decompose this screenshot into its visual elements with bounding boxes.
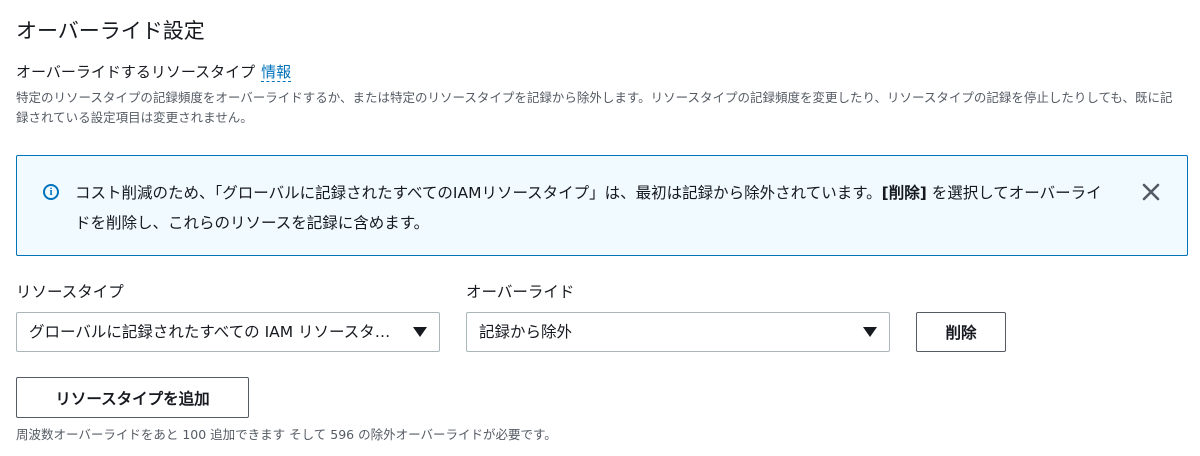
- override-limit-note: 周波数オーバーライドをあと 100 追加できます そして 596 の除外オーバー…: [16, 427, 557, 442]
- resource-type-value: グローバルに記録されたすべての IAM リソースタイプ: [29, 323, 401, 341]
- page-title: オーバーライド設定: [16, 19, 205, 43]
- info-link[interactable]: 情報: [261, 63, 292, 82]
- resource-type-select[interactable]: グローバルに記録されたすべての IAM リソースタイプ: [16, 312, 440, 352]
- override-label: オーバーライド: [466, 283, 575, 301]
- override-value: 記録から除外: [479, 323, 573, 341]
- delete-button[interactable]: 削除: [916, 312, 1006, 352]
- section-heading-label: オーバーライドするリソースタイプ: [16, 63, 256, 81]
- info-icon: i: [43, 184, 59, 200]
- close-icon[interactable]: [1139, 180, 1163, 204]
- caret-down-icon: [863, 327, 877, 337]
- override-select[interactable]: 記録から除外: [466, 312, 890, 352]
- resource-type-label: リソースタイプ: [16, 283, 124, 301]
- caret-down-icon: [413, 327, 427, 337]
- section-heading: オーバーライドするリソースタイプ 情報: [16, 61, 292, 83]
- info-alert: i コスト削減のため、「グローバルに記録されたすべてのIAMリソースタイプ」は、…: [16, 155, 1188, 256]
- alert-text-bold: [削除]: [881, 184, 927, 202]
- alert-message: コスト削減のため、「グローバルに記録されたすべてのIAMリソースタイプ」は、最初…: [75, 178, 1115, 238]
- section-description: 特定のリソースタイプの記録頻度をオーバーライドするか、または特定のリソースタイプ…: [16, 90, 1173, 125]
- alert-text-before: コスト削減のため、「グローバルに記録されたすべてのIAMリソースタイプ」は、最初…: [75, 184, 882, 202]
- add-resource-type-button[interactable]: リソースタイプを追加: [16, 377, 249, 418]
